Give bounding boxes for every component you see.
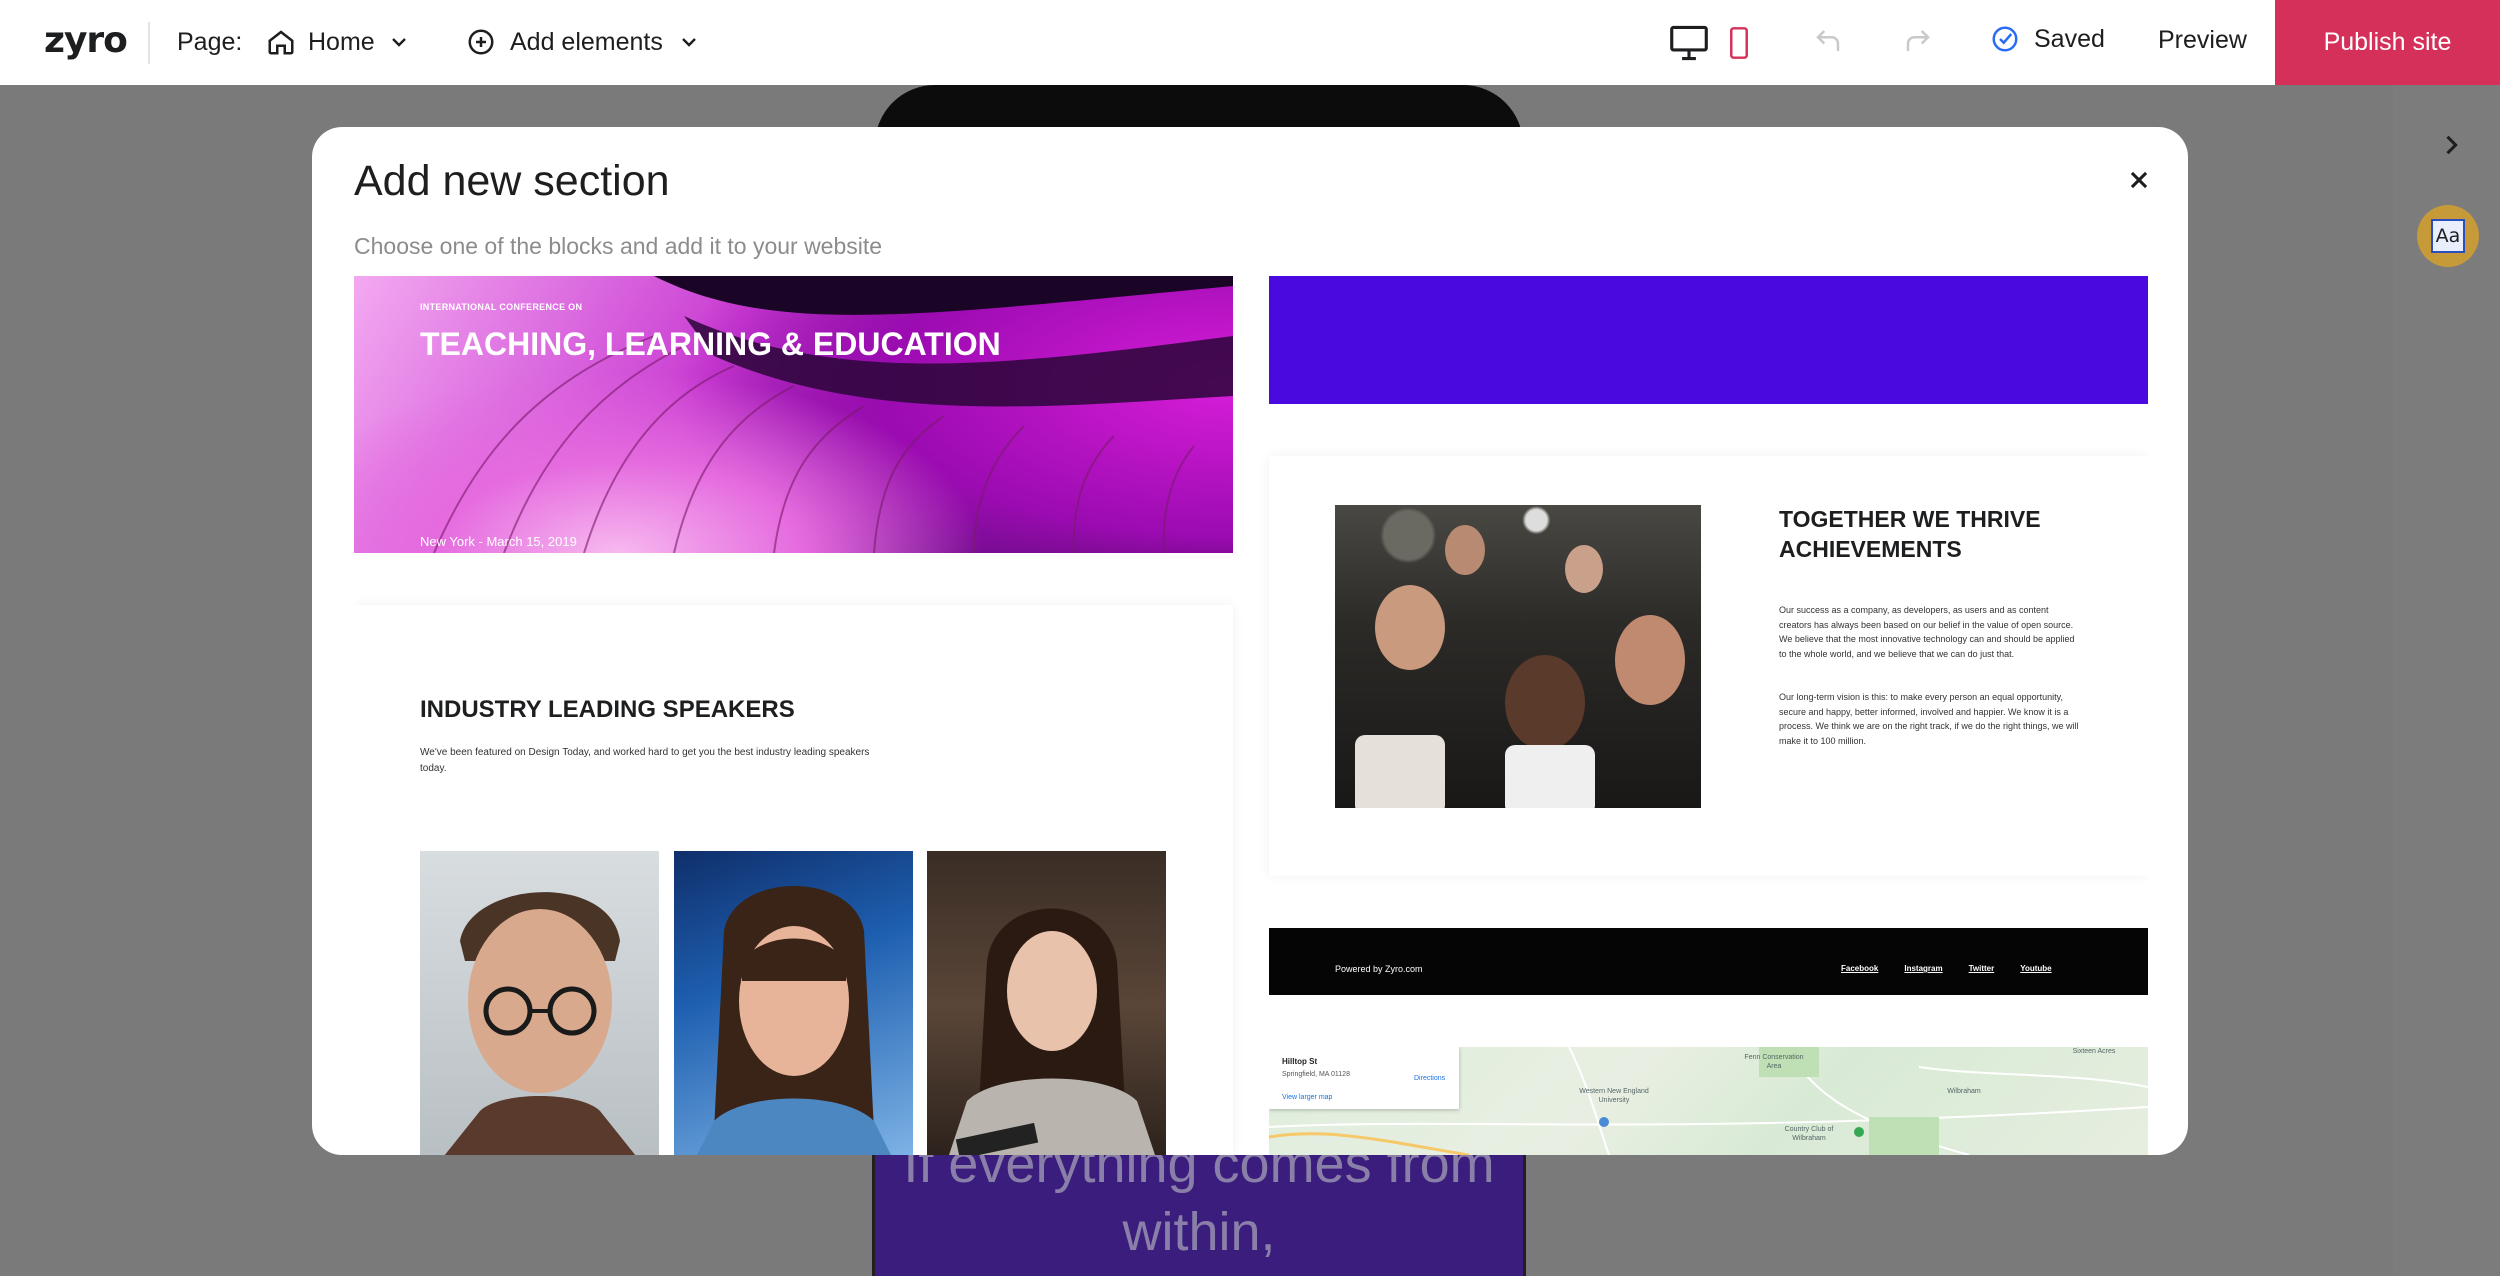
redo-icon[interactable] <box>1902 26 1934 56</box>
footer-link-instagram: Instagram <box>1904 964 1943 973</box>
map-label: Western New England University <box>1579 1088 1649 1104</box>
map-label: Wilbraham <box>1947 1088 1981 1095</box>
footer-links: Facebook Instagram Twitter Youtube <box>1841 964 2078 973</box>
font-aa-icon: Aa <box>2431 219 2465 253</box>
speaker-photo <box>674 851 913 1155</box>
crowd-photo <box>1335 505 1701 808</box>
page-select-label: Home <box>308 27 375 56</box>
modal-title: Add new section <box>354 157 670 205</box>
footer-link-facebook: Facebook <box>1841 964 1879 973</box>
map-directions: Directions <box>1414 1075 1446 1082</box>
block-map[interactable]: Hilltop St Springfield, MA 01128 View la… <box>1269 1047 2148 1155</box>
footer-link-youtube: Youtube <box>2020 964 2052 973</box>
footer-link-twitter: Twitter <box>1968 964 1995 973</box>
chevron-down-icon <box>387 30 411 54</box>
add-elements-label: Add elements <box>510 27 663 56</box>
block-achievements[interactable]: TOGETHER WE THRIVE ACHIEVEMENTS Our succ… <box>1269 456 2148 876</box>
speakers-description: We've been featured on Design Today, and… <box>420 747 870 774</box>
hero-eyebrow: INTERNATIONAL CONFERENCE ON <box>420 302 583 312</box>
map-place-name: Hilltop St <box>1282 1057 1318 1066</box>
desktop-view-icon[interactable] <box>1668 24 1710 62</box>
hero-background-art <box>433 276 1233 553</box>
footer-powered-by: Powered by Zyro.com <box>1335 964 1423 974</box>
map-label: Fenn Conservation Area <box>1744 1054 1804 1070</box>
speakers-title: INDUSTRY LEADING SPEAKERS <box>420 696 795 723</box>
close-icon[interactable] <box>2122 163 2156 197</box>
saved-status: Saved <box>1990 24 2105 54</box>
publish-site-button[interactable]: Publish site <box>2275 0 2500 85</box>
achievements-paragraph: Our success as a company, as developers,… <box>1779 605 2075 659</box>
section-blocks-list[interactable]: INTERNATIONAL CONFERENCE ON TEACHING, LE… <box>354 276 2148 1155</box>
undo-icon[interactable] <box>1812 26 1844 56</box>
saved-label: Saved <box>2034 24 2105 53</box>
achievements-title: TOGETHER WE THRIVE ACHIEVEMENTS <box>1779 506 2041 562</box>
speaker-photo <box>927 851 1166 1155</box>
font-settings-button[interactable]: Aa <box>2417 205 2479 267</box>
plus-circle-icon <box>466 27 496 57</box>
add-section-modal: Add new section Choose one of the blocks… <box>312 127 2188 1155</box>
preview-button[interactable]: Preview <box>2158 26 2247 55</box>
block-conference-hero[interactable]: INTERNATIONAL CONFERENCE ON TEACHING, LE… <box>354 276 1233 553</box>
achievements-paragraph: Our long-term vision is this: to make ev… <box>1779 692 2079 746</box>
map-label: Sixteen Acres <box>2072 1048 2116 1055</box>
chevron-right-icon[interactable] <box>2437 128 2465 162</box>
block-speakers[interactable]: INDUSTRY LEADING SPEAKERS We've been fea… <box>354 605 1233 1155</box>
modal-subtitle: Choose one of the blocks and add it to y… <box>354 233 883 259</box>
page-select[interactable]: Home <box>266 22 411 62</box>
check-circle-icon <box>1990 24 2020 54</box>
map-larger-link: View larger map <box>1282 1094 1333 1101</box>
zyro-logo[interactable]: zyro <box>44 20 128 61</box>
map-info-card: Hilltop St Springfield, MA 01128 View la… <box>1269 1047 1459 1109</box>
chevron-down-icon <box>677 30 701 54</box>
block-footer[interactable]: Powered by Zyro.com Facebook Instagram T… <box>1269 928 2148 995</box>
map-address: Springfield, MA 01128 <box>1282 1071 1350 1078</box>
map-label: Country Club of Wilbraham <box>1784 1126 1834 1142</box>
block-purple-banner[interactable] <box>1269 276 2148 404</box>
mobile-view-icon[interactable] <box>1728 26 1750 60</box>
add-elements-button[interactable]: Add elements <box>466 22 701 62</box>
speaker-photo <box>420 851 659 1155</box>
divider <box>148 22 150 64</box>
home-icon <box>266 27 296 57</box>
hero-title: TEACHING, LEARNING & EDUCATION <box>420 326 1001 362</box>
hero-location-date: New York - March 15, 2019 <box>420 534 577 549</box>
top-bar: zyro Page: Home Add elements Saved Previ… <box>0 0 2500 85</box>
page-label: Page: <box>177 28 243 56</box>
